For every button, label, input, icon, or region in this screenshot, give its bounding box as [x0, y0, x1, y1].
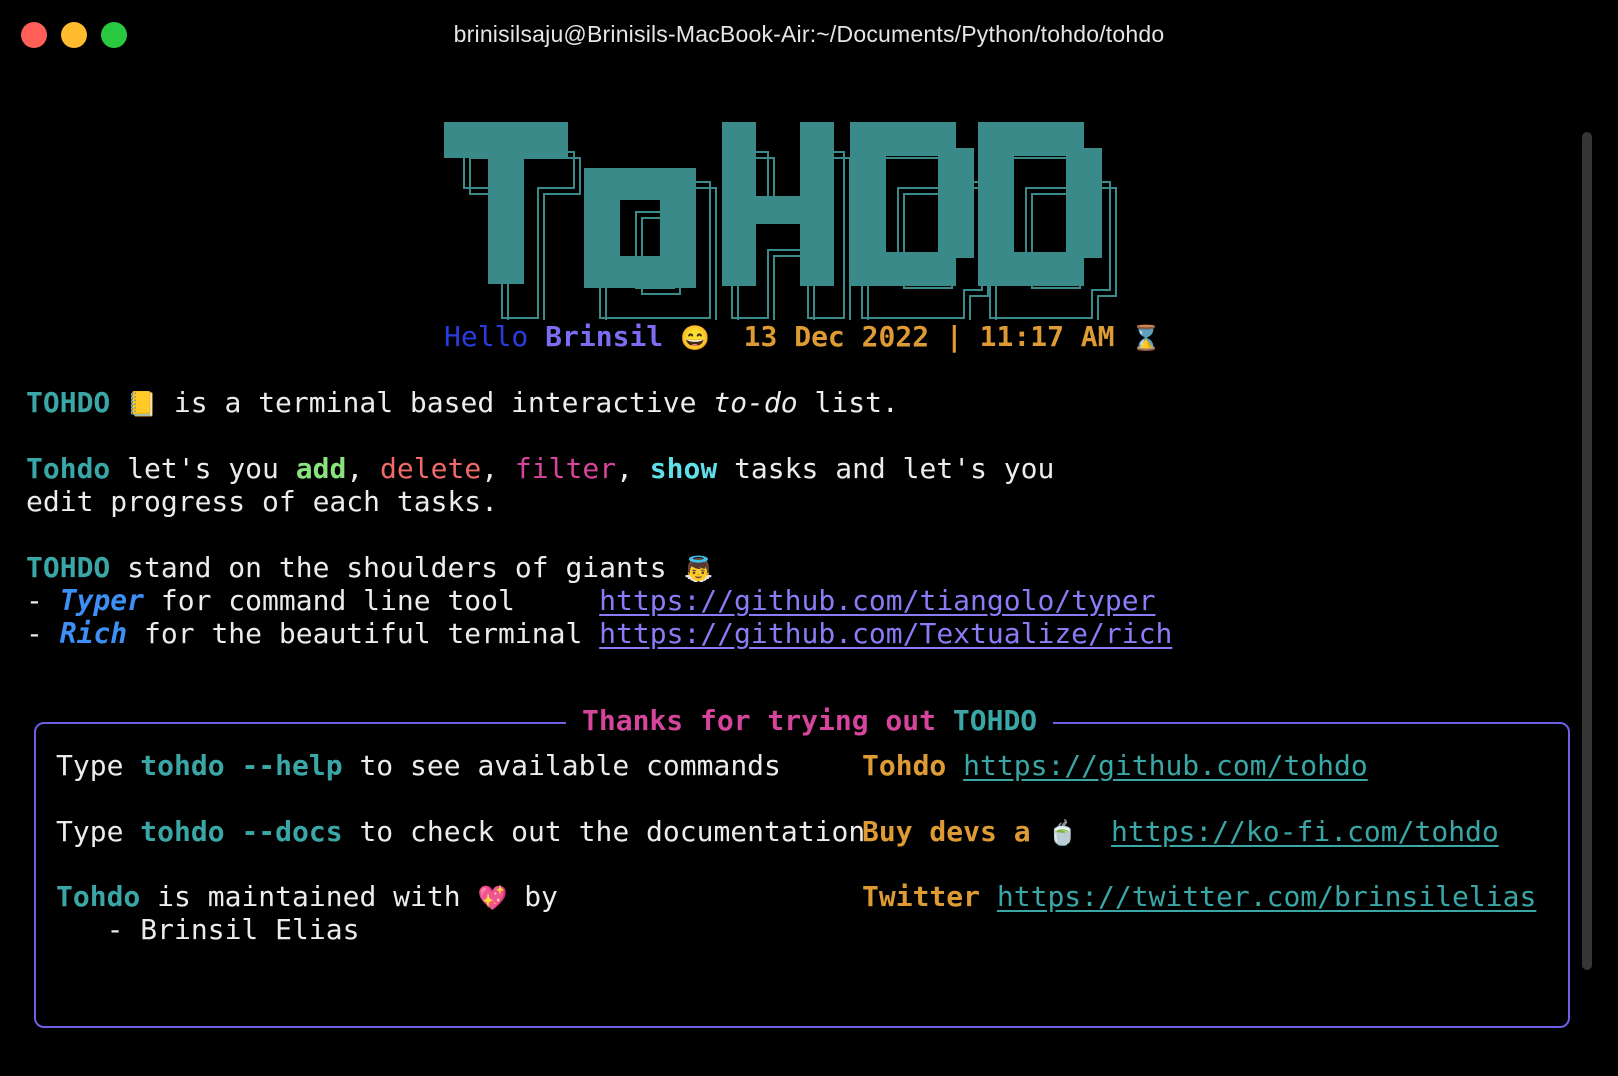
features-sep: , [616, 452, 650, 485]
intro-brand: TOHDO [26, 386, 111, 419]
help-line: Type tohdo --help to see available comma… [56, 749, 781, 783]
docs-line: Type tohdo --docs to check out the docum… [56, 815, 865, 849]
giants-line: TOHDO stand on the shoulders of giants 👼 [26, 551, 713, 586]
feature-delete: delete [380, 452, 482, 485]
features-brand: Tohdo [26, 452, 111, 485]
help-command: tohdo --help [140, 749, 343, 782]
link-label: Tohdo [862, 749, 947, 782]
baby-angel-icon: 👼 [683, 555, 714, 583]
sparkling-heart-icon: 💖 [477, 884, 508, 912]
window-titlebar: brinisilsaju@Brinisils-MacBook-Air:~/Doc… [0, 0, 1618, 72]
tohdo-ascii-banner [420, 120, 1170, 325]
help-post: to see available commands [342, 749, 781, 782]
notebook-icon: 📒 [127, 390, 158, 418]
window-title: brinisilsaju@Brinisils-MacBook-Air:~/Doc… [453, 21, 1165, 47]
link-row-twitter: Twitter https://twitter.com/brinsilelias [862, 880, 1536, 914]
feature-show: show [649, 452, 718, 485]
link-label: Buy devs a [862, 815, 1031, 848]
intro-italic: to-do [713, 386, 798, 419]
maintained-line: Tohdo is maintained with 💖 by [56, 880, 558, 915]
giants-text: stand on the shoulders of giants [110, 551, 684, 584]
maintained-text: is maintained with [140, 880, 478, 913]
greeting-datetime: 13 Dec 2022 | 11:17 AM [743, 320, 1115, 353]
features-line-2: edit progress of each tasks. [26, 485, 499, 518]
intro-tail: list. [797, 386, 899, 419]
intro-line: TOHDO 📒 is a terminal based interactive … [26, 386, 899, 421]
list-dash: - [26, 617, 60, 650]
link-label: Twitter [862, 880, 981, 913]
intro-text: is a terminal based interactive [157, 386, 714, 419]
scrollbar[interactable] [1582, 132, 1592, 970]
maintainer-name: - Brinsil Elias [56, 913, 360, 946]
list-dash: - [26, 584, 60, 617]
maintained-brand: Tohdo [56, 880, 141, 913]
greeting-line: Hello Brinsil 😄 13 Dec 2022 | 11:17 AM ⌛ [444, 320, 1161, 355]
panel-title: Thanks for trying out TOHDO [566, 704, 1054, 738]
feature-add: add [295, 452, 347, 485]
typer-link[interactable]: https://github.com/tiangolo/typer [599, 584, 1155, 617]
hourglass-icon: ⌛ [1131, 324, 1162, 352]
features-tail: tasks and let's you [717, 452, 1055, 485]
greeting-name: Brinsil [545, 320, 664, 353]
panel-title-text: Thanks for trying out [582, 704, 953, 737]
maintained-by: by [507, 880, 558, 913]
rich-link[interactable]: https://github.com/Textualize/rich [599, 617, 1172, 650]
giants-item-rich: - Rich for the beautiful terminal https:… [26, 617, 1172, 651]
features-sep: , [481, 452, 515, 485]
link-row-kofi: Buy devs a 🍵 https://ko-fi.com/tohdo [862, 815, 1499, 850]
link-row-tohdo: Tohdo https://github.com/tohdo [862, 749, 1368, 783]
giant-desc: for command line tool [144, 584, 600, 617]
features-sep: , [346, 452, 381, 485]
features-text: let's you [110, 452, 296, 485]
features-line-1: Tohdo let's you add, delete, filter, sho… [26, 452, 1054, 486]
greeting-hello: Hello [444, 320, 529, 353]
help-pre: Type [56, 749, 141, 782]
giant-name: Rich [59, 617, 128, 650]
giants-brand: TOHDO [26, 551, 111, 584]
docs-post: to check out the documentation [342, 815, 866, 848]
tea-cup-icon: 🍵 [1047, 819, 1078, 847]
docs-command: tohdo --docs [140, 815, 343, 848]
panel-title-brand: TOHDO [952, 704, 1038, 737]
github-link[interactable]: https://github.com/tohdo [963, 749, 1368, 782]
twitter-link[interactable]: https://twitter.com/brinsilelias [997, 880, 1536, 913]
giant-desc: for the beautiful terminal [127, 617, 600, 650]
kofi-link[interactable]: https://ko-fi.com/tohdo [1111, 815, 1499, 848]
feature-filter: filter [514, 452, 617, 485]
giants-item-typer: - Typer for command line tool https://gi… [26, 584, 1155, 618]
docs-pre: Type [56, 815, 141, 848]
giant-name: Typer [59, 584, 145, 617]
grinning-face-icon: 😄 [680, 324, 710, 352]
